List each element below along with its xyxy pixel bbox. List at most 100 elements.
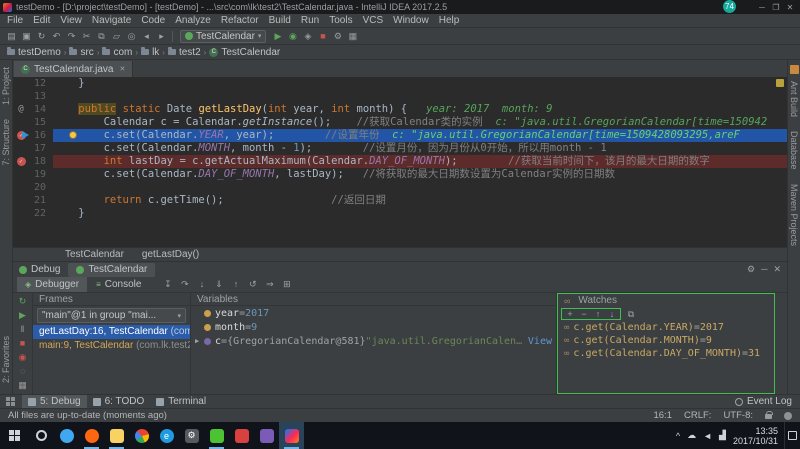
- breadcrumb-testcalendar[interactable]: TestCalendar: [65, 249, 124, 260]
- cut-icon[interactable]: ✂: [79, 29, 94, 43]
- menu-analyze[interactable]: Analyze: [170, 15, 216, 26]
- firefox-taskbar-button[interactable]: [79, 422, 104, 449]
- toolwindow-button-6-todo[interactable]: 6: TODO: [87, 395, 151, 409]
- stripe-button-1-project[interactable]: 1: Project: [1, 67, 11, 105]
- remove-watch-icon[interactable]: −: [578, 309, 590, 319]
- undo-icon[interactable]: ↶: [49, 29, 64, 43]
- inspections-indicator-icon[interactable]: [776, 79, 784, 87]
- redo-icon[interactable]: ↷: [64, 29, 79, 43]
- code-line-20[interactable]: 20: [13, 181, 787, 194]
- stripe-button-database[interactable]: Database: [789, 131, 799, 170]
- duplicate-watch-icon[interactable]: ⧉: [625, 309, 637, 320]
- chrome-taskbar-button[interactable]: [129, 422, 154, 449]
- variable-item[interactable]: ▶c = {GregorianCalendar@581} "java.util.…: [191, 334, 556, 348]
- action-center-button[interactable]: [784, 422, 800, 449]
- save-all-icon[interactable]: ▣: [19, 29, 34, 43]
- code-line-17[interactable]: 17 c.set(Calendar.MONTH, month - 1); //设…: [13, 142, 787, 155]
- restore-layout-icon[interactable]: ▦: [16, 379, 30, 391]
- wechat-taskbar-button[interactable]: [204, 422, 229, 449]
- variable-item[interactable]: month = 9: [191, 320, 556, 334]
- file-explorer-taskbar-button[interactable]: [104, 422, 129, 449]
- menu-navigate[interactable]: Navigate: [87, 15, 136, 26]
- code-line-14[interactable]: @14 public static Date getLastDay(int ye…: [13, 103, 787, 116]
- view-link[interactable]: View: [528, 336, 552, 347]
- hide-icon[interactable]: ─: [761, 264, 767, 275]
- code-line-18[interactable]: ✓18 int lastDay = c.getActualMaximum(Cal…: [13, 155, 787, 168]
- watch-item[interactable]: ∞c.get(Calendar.DAY_OF_MONTH) = 31: [558, 347, 774, 360]
- network-icon[interactable]: ▟: [719, 430, 726, 441]
- gutter-14[interactable]: @: [13, 103, 29, 116]
- menu-view[interactable]: View: [55, 15, 87, 26]
- watch-item[interactable]: ∞c.get(Calendar.MONTH) = 9: [558, 334, 774, 347]
- breakpoint-icon[interactable]: ✓: [17, 157, 26, 166]
- evaluate-expression-icon[interactable]: ⊞: [279, 279, 294, 290]
- maximize-button[interactable]: ❐: [769, 3, 783, 12]
- menu-run[interactable]: Run: [296, 15, 324, 26]
- open-project-icon[interactable]: ▤: [4, 29, 19, 43]
- view-breakpoints-icon[interactable]: ◉: [16, 351, 30, 363]
- forward-icon[interactable]: ▸: [154, 29, 169, 43]
- settings-icon[interactable]: ⚙: [330, 29, 345, 43]
- paste-icon[interactable]: ▱: [109, 29, 124, 43]
- event-log-button[interactable]: Event Log: [735, 396, 796, 407]
- drop-frame-icon[interactable]: ↺: [245, 279, 260, 290]
- volume-icon[interactable]: ◄: [703, 431, 712, 441]
- move-watch-up-icon[interactable]: ↑: [592, 309, 604, 319]
- settings-taskbar-button[interactable]: ⚙: [179, 422, 204, 449]
- step-over-icon[interactable]: ↷: [177, 279, 192, 290]
- gutter-20[interactable]: [13, 181, 29, 194]
- intellij-idea-taskbar-button[interactable]: [279, 422, 304, 449]
- gutter-19[interactable]: [13, 168, 29, 181]
- line-number[interactable]: 16: [29, 129, 53, 142]
- nav-crumb-lk[interactable]: lk: [139, 47, 161, 58]
- stop-icon[interactable]: ■: [315, 29, 330, 43]
- menu-file[interactable]: File: [2, 15, 28, 26]
- code-line-19[interactable]: 19 c.set(Calendar.DAY_OF_MONTH, lastDay)…: [13, 168, 787, 181]
- line-number[interactable]: 17: [29, 142, 53, 155]
- show-execution-point-icon[interactable]: ↧: [160, 279, 175, 290]
- code-line-21[interactable]: 21 return c.getTime(); //返回日期: [13, 194, 787, 207]
- menu-build[interactable]: Build: [264, 15, 296, 26]
- editor-tab-testcalendar[interactable]: C TestCalendar.java ✕: [14, 61, 133, 77]
- run-with-coverage-icon[interactable]: ◈: [300, 29, 315, 43]
- nav-crumb-testcalendar[interactable]: CTestCalendar: [207, 47, 282, 58]
- line-number[interactable]: 19: [29, 168, 53, 181]
- mute-breakpoints-icon[interactable]: ◌: [16, 365, 30, 377]
- stripe-button-2-favorites[interactable]: 2: Favorites: [1, 336, 11, 383]
- expand-arrow-icon[interactable]: ▶: [195, 337, 204, 345]
- rerun-icon[interactable]: ↻: [16, 295, 30, 307]
- gutter-15[interactable]: [13, 116, 29, 129]
- hector-icon[interactable]: [784, 412, 792, 420]
- add-watch-icon[interactable]: +: [564, 309, 576, 319]
- menu-refactor[interactable]: Refactor: [216, 15, 264, 26]
- close-tab-icon[interactable]: ✕: [120, 65, 126, 73]
- close-icon[interactable]: ✕: [773, 264, 781, 275]
- close-button[interactable]: ✕: [783, 3, 797, 12]
- gutter-16[interactable]: ✓: [13, 129, 29, 142]
- caret-position[interactable]: 16:1: [653, 410, 672, 421]
- stripe-button-maven-projects[interactable]: Maven Projects: [789, 184, 799, 246]
- code-line-12[interactable]: 12 }: [13, 77, 787, 90]
- line-number[interactable]: 22: [29, 207, 53, 220]
- app-red-taskbar-button[interactable]: [229, 422, 254, 449]
- stripe-button-ant-build[interactable]: Ant Build: [789, 81, 799, 117]
- menu-tools[interactable]: Tools: [324, 15, 357, 26]
- edge-taskbar-button[interactable]: e: [154, 422, 179, 449]
- find-icon[interactable]: ◎: [124, 29, 139, 43]
- cortana-button[interactable]: [28, 422, 54, 449]
- taskbar-clock[interactable]: 13:35 2017/10/31: [733, 426, 778, 446]
- copy-icon[interactable]: ⧉: [94, 29, 109, 43]
- line-number[interactable]: 12: [29, 77, 53, 90]
- menu-vcs[interactable]: VCS: [358, 15, 389, 26]
- run-to-cursor-icon[interactable]: ⇒: [262, 279, 277, 290]
- nav-crumb-com[interactable]: com: [100, 47, 134, 58]
- gutter-13[interactable]: [13, 90, 29, 103]
- tab-console[interactable]: ≡Console: [88, 277, 149, 292]
- force-step-into-icon[interactable]: ⇓: [211, 279, 226, 290]
- tab-debugger[interactable]: ◈Debugger: [17, 277, 87, 292]
- watch-item[interactable]: ∞c.get(Calendar.YEAR) = 2017: [558, 321, 774, 334]
- ant-build-icon[interactable]: [790, 65, 799, 74]
- run-icon[interactable]: ▶: [270, 29, 285, 43]
- app-purple-taskbar-button[interactable]: [254, 422, 279, 449]
- settings-icon[interactable]: ⚙: [747, 264, 755, 275]
